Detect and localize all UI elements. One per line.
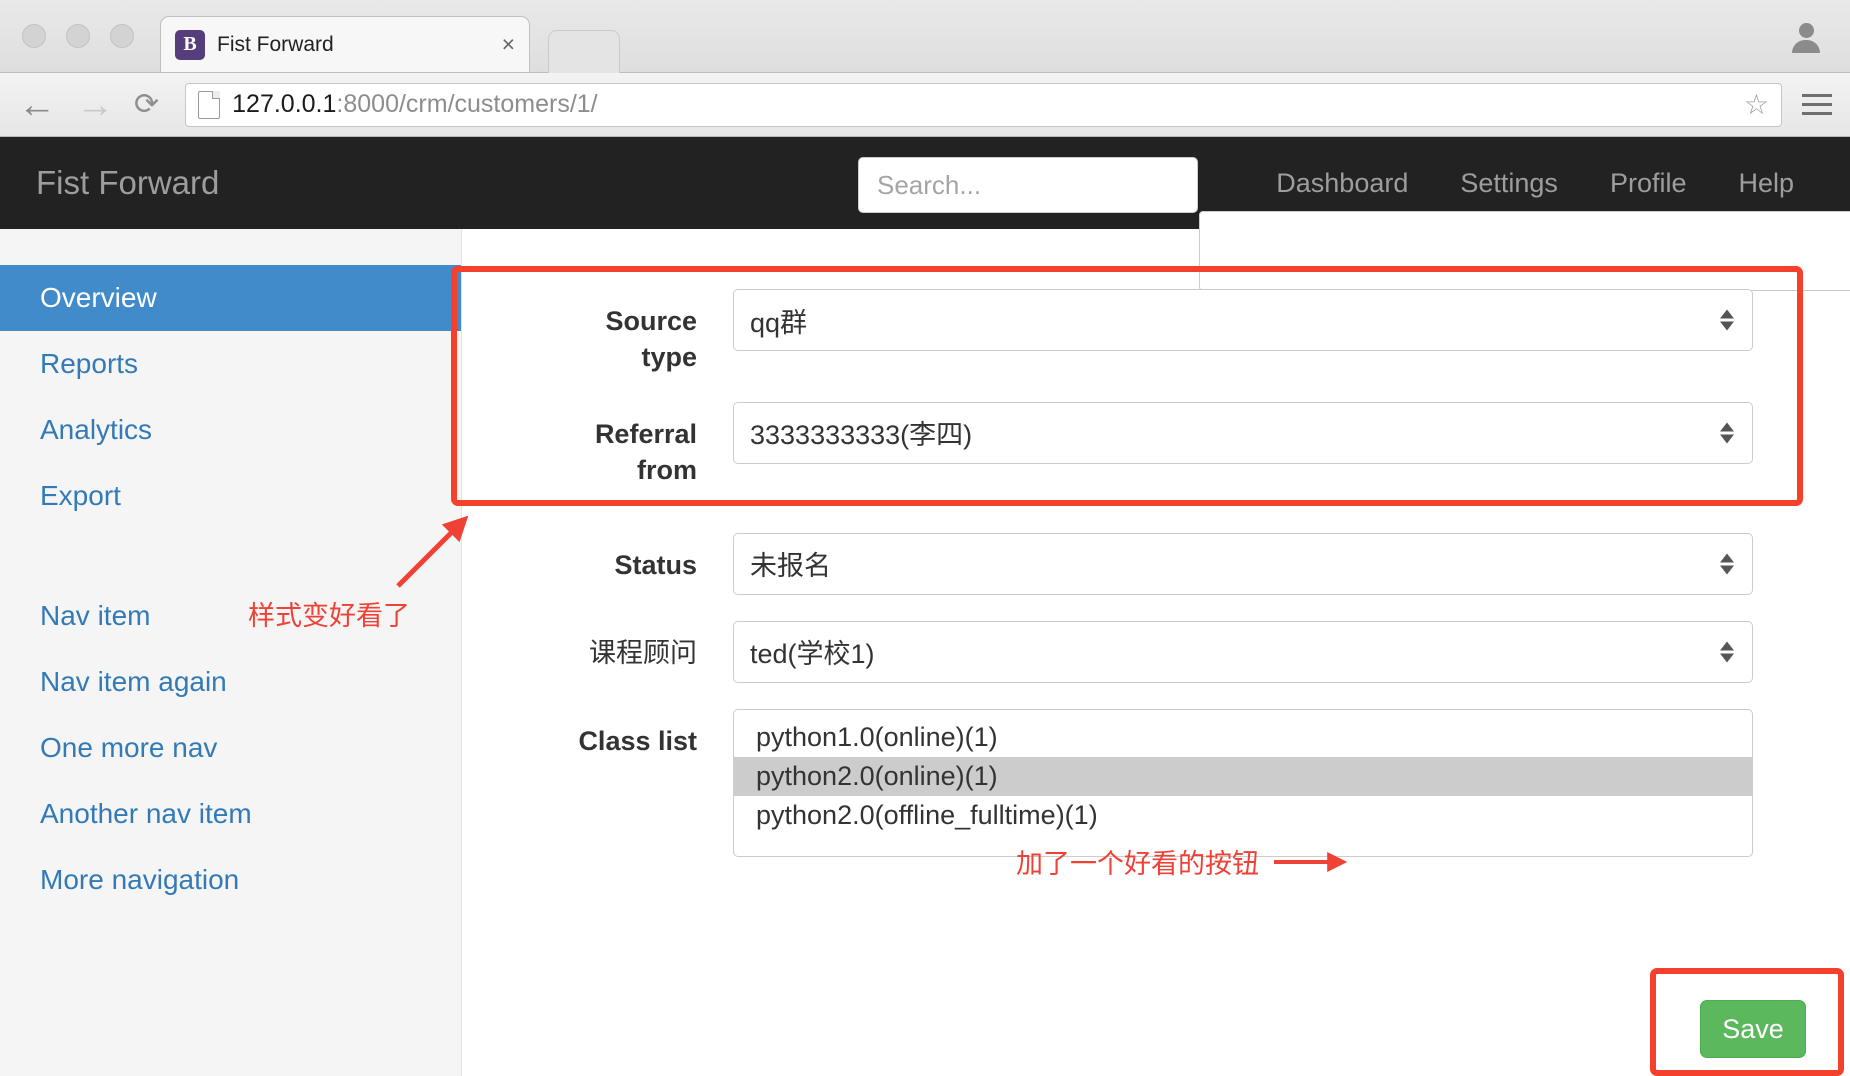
bookmark-star-icon[interactable]: ☆ <box>1744 88 1769 121</box>
status-select[interactable]: 未报名 <box>733 532 1753 595</box>
maximize-window-button[interactable] <box>110 24 134 48</box>
search-placeholder: Search... <box>877 169 982 200</box>
sidebar-item-reports[interactable]: Reports <box>0 331 461 397</box>
sidebar-item-nav-item-again[interactable]: Nav item again <box>0 649 461 715</box>
sidebar-item-analytics[interactable]: Analytics <box>0 397 461 463</box>
form-row-consultant: 课程顾问 ted(学校1) <box>462 620 1850 683</box>
reload-icon[interactable]: ⟳ <box>134 89 159 120</box>
nav-link-dashboard[interactable]: Dashboard <box>1250 168 1434 199</box>
class-list-option[interactable]: python1.0(online)(1) <box>734 718 1752 757</box>
window-traffic-lights <box>22 24 134 48</box>
url-text: 127.0.0.1:8000/crm/customers/1/ <box>232 90 597 119</box>
url-host: 127.0.0.1 <box>232 90 337 118</box>
annotation-arrow-right <box>1274 852 1348 872</box>
nav-link-settings[interactable]: Settings <box>1434 168 1584 199</box>
minimize-window-button[interactable] <box>66 24 90 48</box>
consultant-label: 课程顾问 <box>589 637 697 668</box>
browser-toolbar: ← → ⟳ 127.0.0.1:8000/crm/customers/1/ ☆ <box>0 73 1850 137</box>
sidebar-item-another-nav-item[interactable]: Another nav item <box>0 781 461 847</box>
annotation-arrow-diagonal <box>396 515 469 588</box>
menu-hamburger-icon[interactable] <box>1802 94 1832 115</box>
tab-title: Fist Forward <box>217 32 334 56</box>
class-list-label: Class list <box>578 725 697 756</box>
status-value: 未报名 <box>750 551 831 582</box>
consultant-value: ted(学校1) <box>750 639 875 670</box>
sidebar-nav: Overview Reports Analytics Export Nav it… <box>0 229 462 1076</box>
save-button[interactable]: Save <box>1700 1000 1806 1058</box>
consultant-select[interactable]: ted(学校1) <box>733 620 1753 683</box>
highlight-box-fields <box>451 266 1803 506</box>
profile-avatar-icon[interactable] <box>1784 16 1828 60</box>
nav-link-profile[interactable]: Profile <box>1584 168 1713 199</box>
search-input[interactable]: Search... <box>858 157 1198 213</box>
nav-link-help[interactable]: Help <box>1712 168 1820 199</box>
app-brand[interactable]: Fist Forward <box>36 164 219 202</box>
browser-tabstrip: B Fist Forward × <box>0 0 1850 73</box>
sidebar-item-overview[interactable]: Overview <box>0 265 461 331</box>
bootstrap-favicon-icon: B <box>175 29 205 60</box>
address-bar[interactable]: 127.0.0.1:8000/crm/customers/1/ ☆ <box>185 82 1782 127</box>
forward-icon[interactable]: → <box>76 86 114 124</box>
form-row-status: Status 未报名 <box>462 532 1850 595</box>
class-list-multiselect[interactable]: python1.0(online)(1) python2.0(online)(1… <box>733 708 1753 857</box>
close-icon[interactable]: × <box>502 31 515 58</box>
sidebar-item-more-navigation[interactable]: More navigation <box>0 847 461 913</box>
sidebar-item-one-more-nav[interactable]: One more nav <box>0 715 461 781</box>
annotation-style-note: 样式变好看了 <box>248 601 410 632</box>
class-list-option-selected[interactable]: python2.0(online)(1) <box>734 756 1752 796</box>
browser-window: B Fist Forward × ← → ⟳ 127.0.0.1:8000/cr… <box>0 0 1850 1076</box>
close-window-button[interactable] <box>22 24 46 48</box>
url-path: :8000/crm/customers/1/ <box>336 90 598 118</box>
annotation-save-note: 加了一个好看的按钮 <box>1016 849 1259 880</box>
new-tab-button[interactable] <box>548 30 620 73</box>
class-list-option[interactable]: python2.0(offline_fulltime)(1) <box>734 796 1752 835</box>
form-row-class-list: Class list python1.0(online)(1) python2.… <box>462 708 1850 857</box>
page-document-icon <box>198 90 221 119</box>
chevron-updown-icon <box>1720 553 1734 575</box>
navbar-links: Dashboard Settings Profile Help <box>1250 168 1820 199</box>
back-icon[interactable]: ← <box>18 86 56 124</box>
status-label: Status <box>614 549 697 580</box>
browser-tab[interactable]: B Fist Forward × <box>160 16 530 72</box>
chevron-updown-icon <box>1720 641 1734 663</box>
